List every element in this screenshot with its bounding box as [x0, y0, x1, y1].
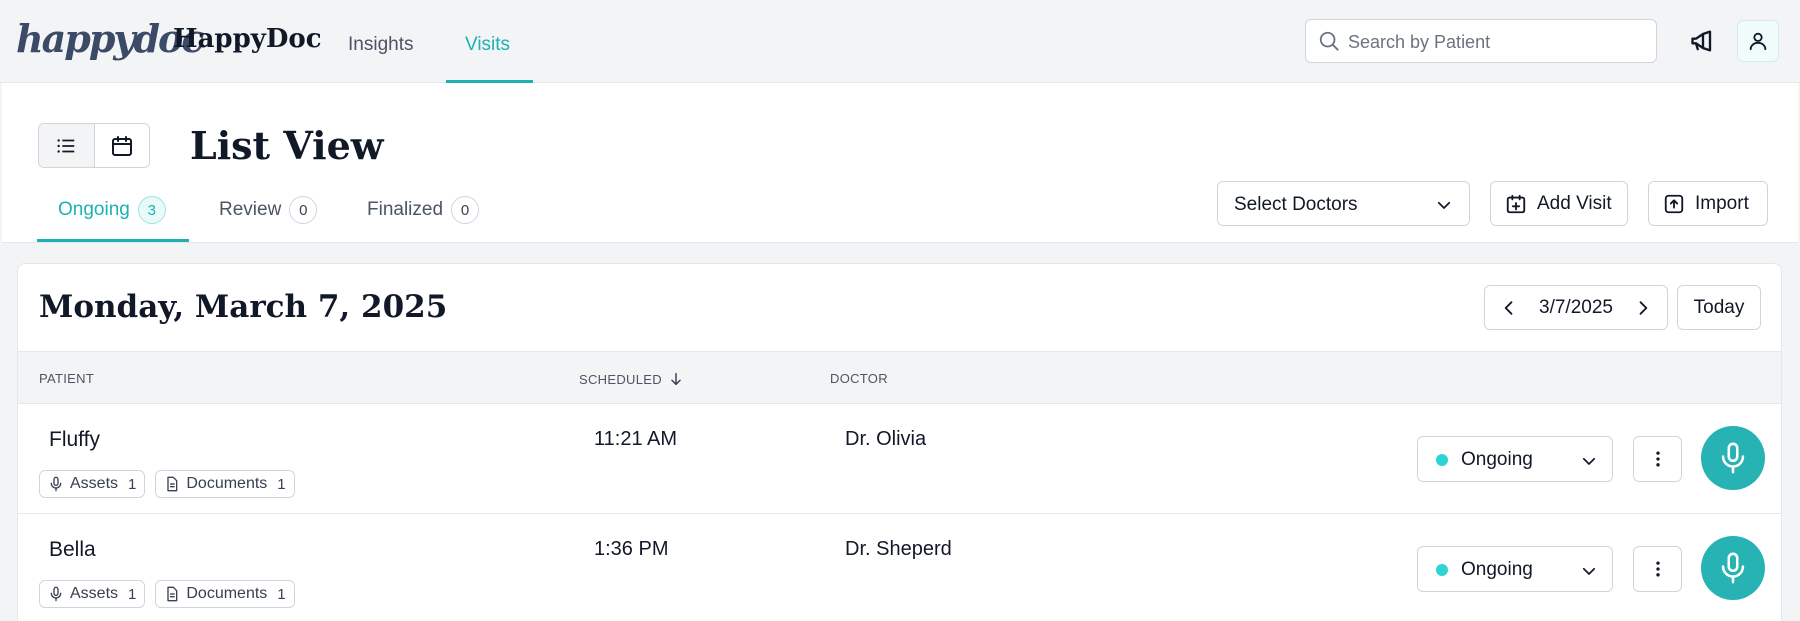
- select-doctors-label: Select Doctors: [1234, 194, 1358, 215]
- documents-label: Documents: [186, 475, 268, 492]
- top-nav: happydoc HappyDoc Insights Visits: [0, 0, 1800, 83]
- more-options-button[interactable]: [1633, 546, 1682, 592]
- column-doctor: DOCTOR: [830, 371, 888, 386]
- date-navigator: 3/7/2025: [1484, 285, 1668, 330]
- document-icon: [167, 476, 178, 492]
- documents-count: 1: [277, 585, 286, 603]
- status-dropdown[interactable]: Ongoing: [1417, 436, 1613, 482]
- microphone-icon: [50, 476, 62, 492]
- assets-chip[interactable]: Assets 1: [39, 470, 146, 498]
- scheduled-time: 1:36 PM: [594, 538, 669, 560]
- tab-ongoing-label: Ongoing: [58, 199, 130, 220]
- calendar-view-button[interactable]: [95, 124, 150, 167]
- column-scheduled[interactable]: SCHEDULED: [579, 371, 684, 387]
- documents-count: 1: [277, 475, 286, 493]
- more-vertical-icon: [1655, 561, 1660, 577]
- chevron-left-icon[interactable]: [1499, 298, 1519, 318]
- column-scheduled-label: SCHEDULED: [579, 371, 662, 387]
- tab-review[interactable]: Review 0: [219, 196, 318, 224]
- upload-icon: [1664, 194, 1684, 213]
- more-options-button[interactable]: [1633, 436, 1682, 482]
- table-row[interactable]: Bella Assets 1 Documents 1 1:36 PM Dr. S…: [18, 514, 1781, 621]
- table-row[interactable]: Fluffy Assets 1 Documents 1 11:21 AM Dr.…: [18, 404, 1781, 514]
- patient-name[interactable]: Fluffy: [49, 428, 100, 452]
- status-dropdown[interactable]: Ongoing: [1417, 546, 1613, 592]
- status-dot: [1436, 564, 1448, 576]
- add-visit-button[interactable]: Add Visit: [1490, 181, 1628, 226]
- add-visit-label: Add Visit: [1537, 192, 1612, 214]
- page-title: List View: [190, 123, 384, 168]
- page-header: List View Ongoing 3 Review 0 Finalized 0…: [2, 83, 1798, 243]
- microphone-icon: [1721, 442, 1745, 474]
- column-patient: PATIENT: [39, 371, 95, 386]
- record-button[interactable]: [1701, 536, 1765, 600]
- search-input[interactable]: [1346, 28, 1650, 56]
- search-icon: [1319, 31, 1339, 51]
- list-icon: [57, 138, 75, 153]
- assets-count: 1: [128, 475, 137, 493]
- documents-chip[interactable]: Documents 1: [155, 470, 295, 498]
- megaphone-icon: [1691, 30, 1712, 52]
- assets-chip[interactable]: Assets 1: [39, 580, 146, 608]
- visits-card: Monday, March 7, 2025 3/7/2025 Today PAT…: [17, 263, 1782, 621]
- select-doctors-dropdown[interactable]: Select Doctors: [1217, 181, 1470, 226]
- tab-active-underline: [37, 239, 189, 242]
- tab-review-count: 0: [289, 196, 318, 224]
- search-box[interactable]: [1305, 19, 1657, 63]
- more-vertical-icon: [1655, 451, 1660, 467]
- status-label: Ongoing: [1461, 449, 1533, 470]
- chevron-right-icon[interactable]: [1633, 298, 1653, 318]
- chevron-down-icon: [1582, 567, 1596, 575]
- status-label: Ongoing: [1461, 559, 1533, 580]
- today-button[interactable]: Today: [1677, 285, 1761, 330]
- calendar-plus-icon: [1506, 194, 1526, 213]
- nav-tab-visits[interactable]: Visits: [465, 34, 510, 56]
- day-title: Monday, March 7, 2025: [39, 289, 448, 325]
- doctor-name: Dr. Sheperd: [845, 538, 952, 560]
- import-label: Import: [1695, 192, 1749, 214]
- assets-count: 1: [128, 585, 137, 603]
- table-header: PATIENT SCHEDULED DOCTOR: [18, 351, 1781, 404]
- status-dot: [1436, 454, 1448, 466]
- scheduled-time: 11:21 AM: [594, 428, 678, 450]
- documents-label: Documents: [186, 585, 268, 602]
- patient-name[interactable]: Bella: [49, 538, 96, 562]
- doctor-name: Dr. Olivia: [845, 428, 927, 450]
- documents-chip[interactable]: Documents 1: [155, 580, 295, 608]
- calendar-icon: [111, 135, 132, 156]
- nav-tab-insights[interactable]: Insights: [348, 34, 413, 56]
- current-date[interactable]: 3/7/2025: [1539, 297, 1613, 319]
- profile-button[interactable]: [1737, 20, 1779, 62]
- tab-finalized-label: Finalized: [367, 199, 444, 220]
- microphone-icon: [50, 586, 62, 602]
- user-icon: [1749, 32, 1767, 51]
- app-window: happydoc HappyDoc Insights Visits Search…: [0, 0, 1800, 621]
- tab-ongoing-count: 3: [137, 196, 166, 224]
- tab-finalized[interactable]: Finalized 0: [367, 196, 480, 224]
- announcements-button[interactable]: [1686, 24, 1720, 58]
- import-button[interactable]: Import: [1648, 181, 1768, 226]
- sort-down-arrow-icon: [671, 372, 681, 386]
- assets-label: Assets: [70, 475, 119, 492]
- record-button[interactable]: [1701, 426, 1765, 490]
- tab-finalized-count: 0: [451, 196, 480, 224]
- tab-ongoing[interactable]: Ongoing 3: [58, 196, 166, 224]
- tab-review-label: Review: [219, 199, 282, 220]
- list-view-button[interactable]: [39, 124, 95, 167]
- attachment-chips: Assets 1 Documents 1: [39, 580, 295, 608]
- document-icon: [167, 586, 178, 602]
- brand-name: HappyDoc: [173, 24, 322, 54]
- chevron-down-icon: [1437, 201, 1451, 209]
- attachment-chips: Assets 1 Documents 1: [39, 470, 295, 498]
- view-toggle: [38, 123, 150, 168]
- microphone-icon: [1721, 552, 1745, 584]
- chevron-down-icon: [1582, 457, 1596, 465]
- assets-label: Assets: [70, 585, 119, 602]
